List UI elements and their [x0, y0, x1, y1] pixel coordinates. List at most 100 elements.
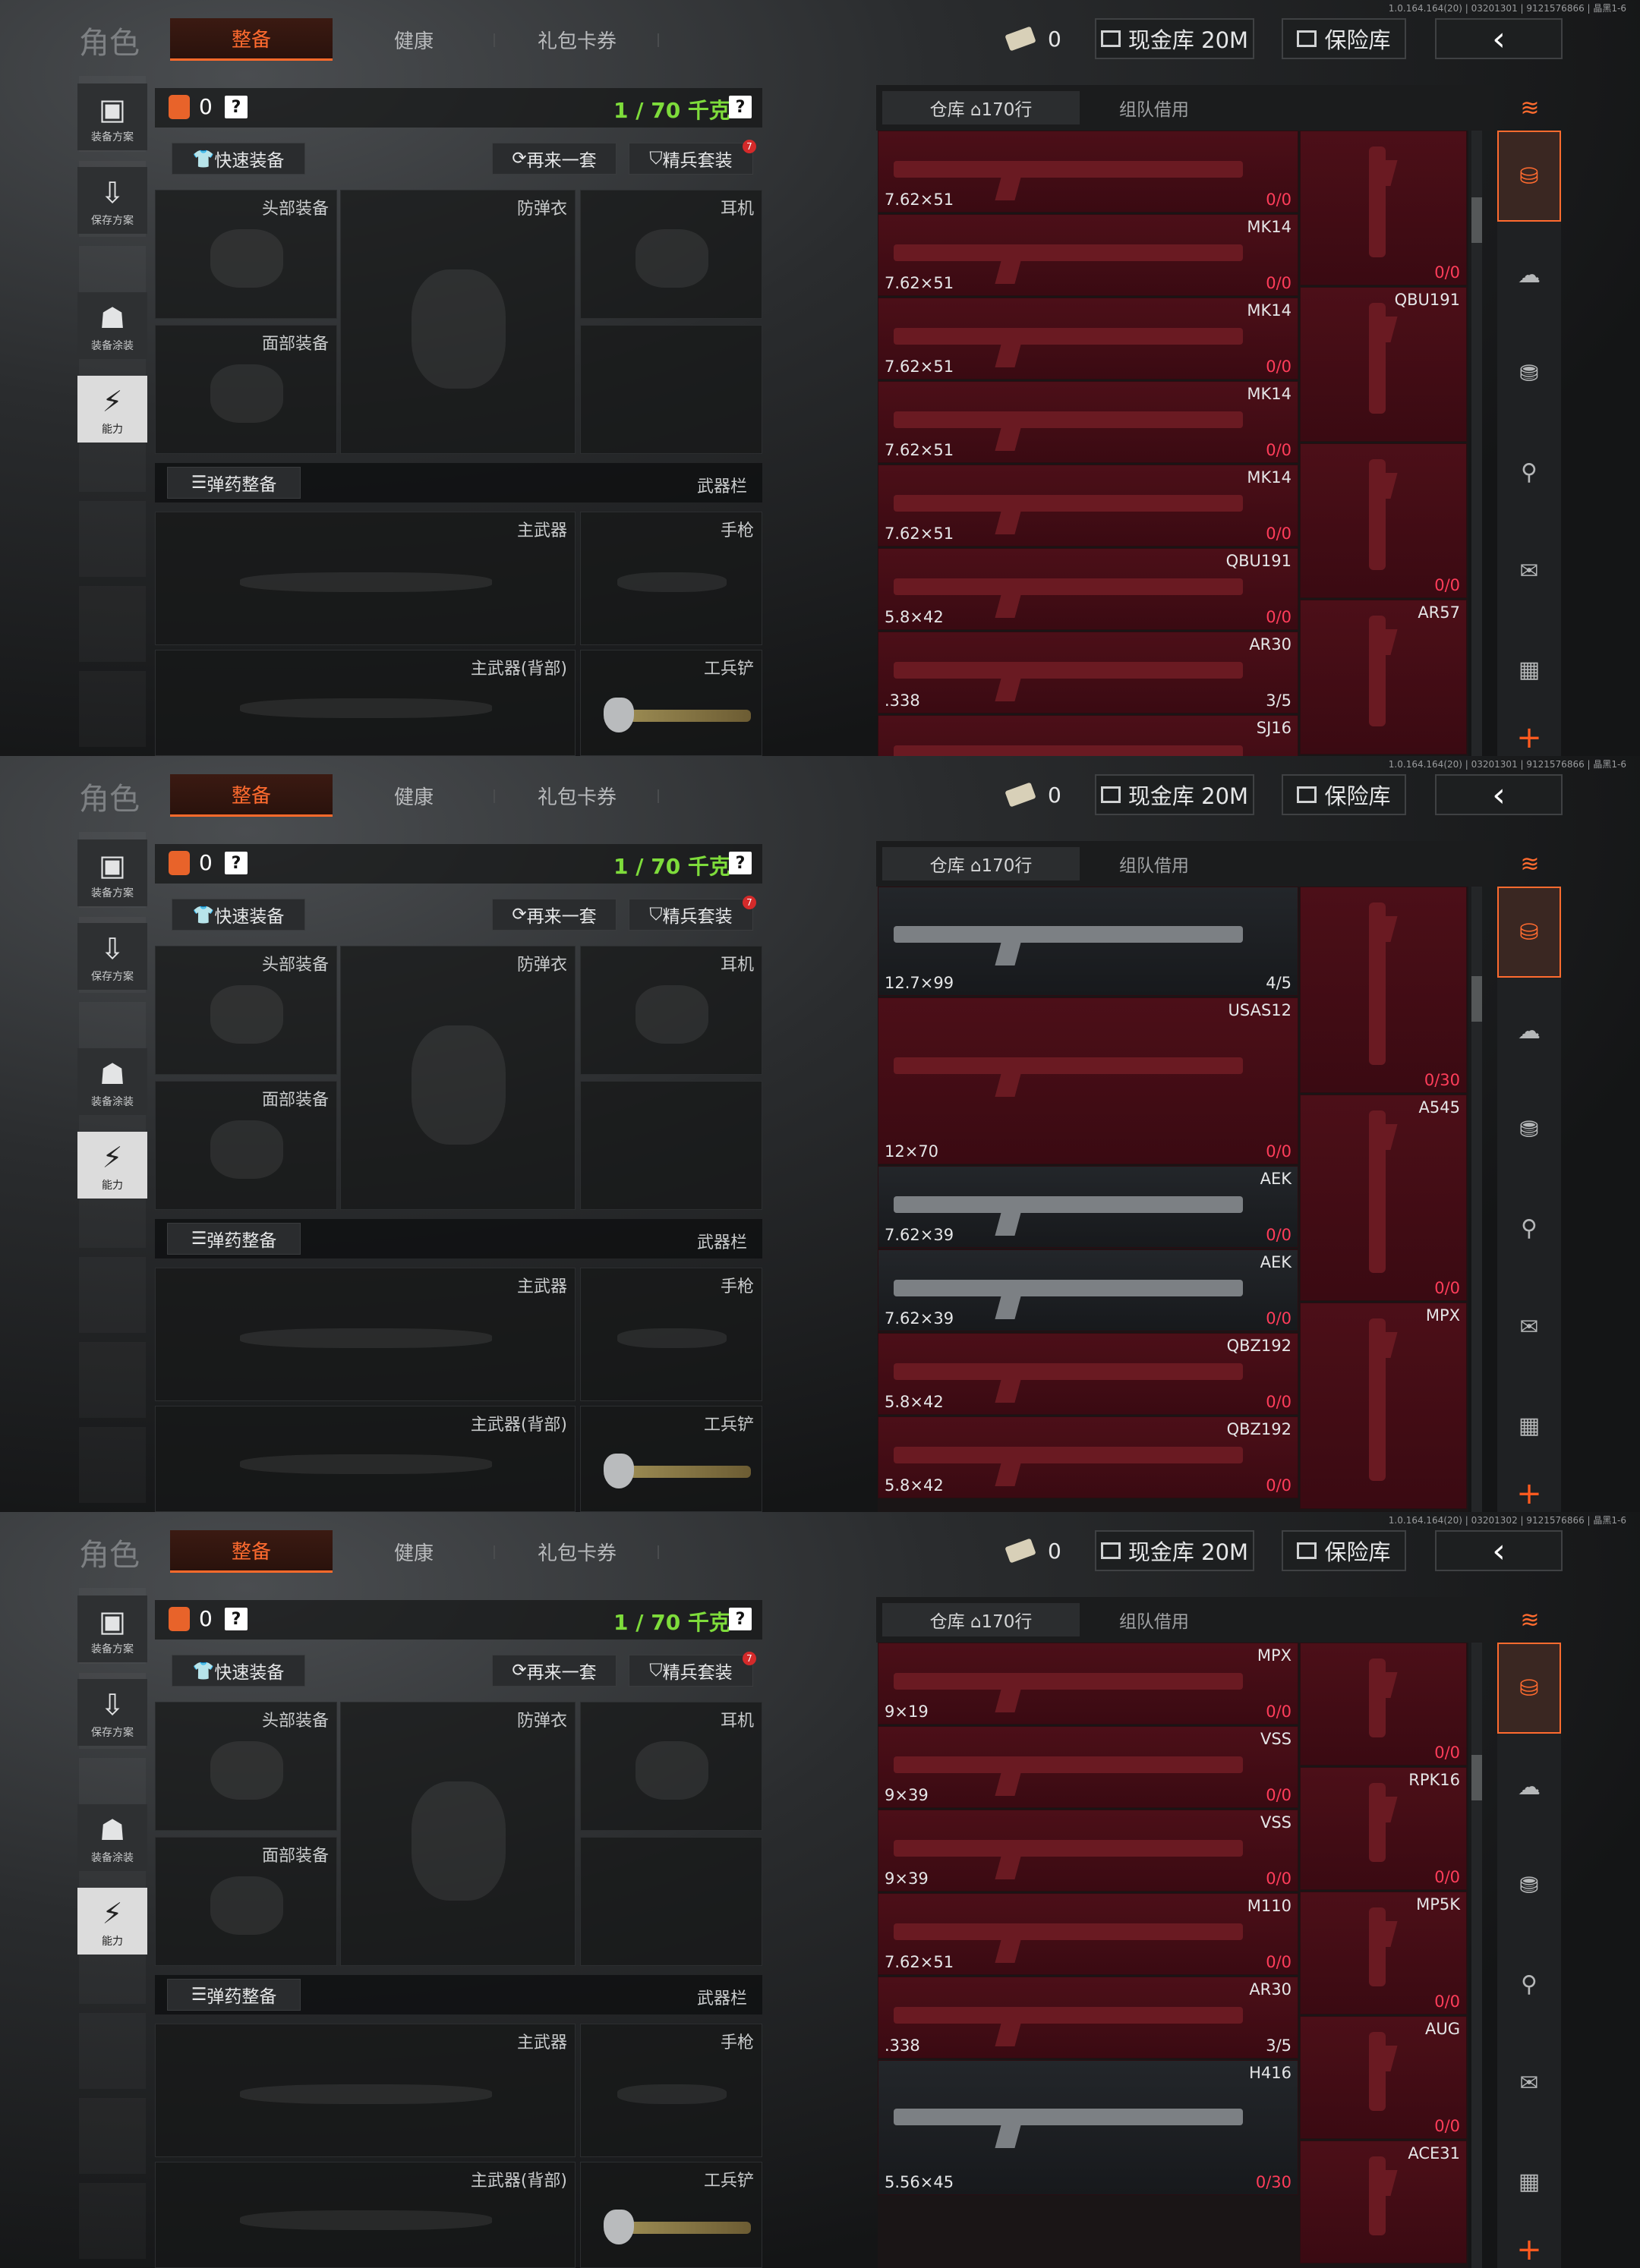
category-icon-2[interactable]: ⛃ — [1497, 1840, 1561, 1931]
add-icon[interactable]: + — [1497, 2227, 1561, 2268]
ammo-loadout-button[interactable]: ☰ 弹药整备 — [167, 1979, 301, 2011]
equip-slot-ear[interactable]: 耳机 — [580, 1702, 762, 1831]
weight-help-icon[interactable]: ? — [729, 1608, 752, 1630]
tab-giftcards[interactable]: 礼包卡券 — [516, 774, 638, 817]
tab-giftcards[interactable]: 礼包卡券 — [516, 1530, 638, 1573]
item-card[interactable]: VSS 9×39 0/0 — [878, 1810, 1298, 1892]
tab-outfit[interactable]: 整备 — [170, 774, 333, 817]
item-card[interactable]: AEK 7.62×39 0/0 — [878, 1249, 1298, 1331]
category-icon-0[interactable]: ⛁ — [1497, 887, 1561, 978]
tab-warehouse[interactable]: 仓库 ⌂170行 — [882, 847, 1080, 880]
tab-warehouse[interactable]: 仓库 ⌂170行 — [882, 1603, 1080, 1636]
item-card[interactable]: MK14 7.62×51 0/0 — [878, 465, 1298, 547]
category-icon-3[interactable]: ⚲ — [1497, 1939, 1561, 2030]
weapon-slot-primary[interactable]: 主武器 — [155, 2024, 576, 2157]
help-icon[interactable]: ? — [225, 96, 248, 118]
equip-slot-head[interactable]: 头部装备 — [155, 1702, 337, 1831]
item-card-tall[interactable]: 0/0 — [1300, 443, 1467, 598]
equip-slot-ear[interactable]: 耳机 — [580, 190, 762, 319]
sidebar-item-3[interactable]: ⚡ 能力 — [77, 1132, 147, 1199]
item-card[interactable]: MK14 7.62×51 0/0 — [878, 298, 1298, 380]
item-card[interactable]: QBZ192 5.8×42 0/0 — [878, 1333, 1298, 1415]
item-card-tall[interactable]: AUG 0/0 — [1300, 2016, 1467, 2139]
repeat-loadout-button[interactable]: ⟳ 再来一套 — [492, 143, 617, 175]
equip-slot-ear[interactable]: 耳机 — [580, 946, 762, 1075]
sidebar-item-0[interactable]: ▣ 装备方案 — [77, 1595, 147, 1662]
weapon-slot-shovel[interactable]: 工兵铲 — [580, 650, 762, 756]
item-card[interactable]: AEK 7.62×39 0/0 — [878, 1166, 1298, 1248]
item-card[interactable]: 7.62×51 0/0 — [878, 131, 1298, 213]
help-icon[interactable]: ? — [225, 1608, 248, 1630]
back-button[interactable]: ‹ — [1435, 18, 1563, 59]
item-card-tall[interactable]: 0/0 — [1300, 131, 1467, 285]
sidebar-item-1[interactable]: ⇩ 保存方案 — [77, 167, 147, 234]
weapon-slot-back[interactable]: 主武器(背部) — [155, 1406, 576, 1512]
weapon-slot-back[interactable]: 主武器(背部) — [155, 2162, 576, 2268]
sidebar-item-2[interactable]: ☗ 装备涂装 — [77, 292, 147, 359]
weapon-slot-shovel[interactable]: 工兵铲 — [580, 2162, 762, 2268]
item-card-tall[interactable]: RPK16 0/0 — [1300, 1767, 1467, 1890]
category-icon-1[interactable]: ☁ — [1497, 985, 1561, 1076]
tab-health[interactable]: 健康 — [357, 18, 471, 61]
item-card[interactable]: USAS12 12×70 0/0 — [878, 997, 1298, 1164]
equip-slot-head[interactable]: 头部装备 — [155, 190, 337, 319]
add-icon[interactable]: + — [1497, 715, 1561, 756]
item-card[interactable]: QBU191 5.8×42 0/0 — [878, 548, 1298, 630]
add-icon[interactable]: + — [1497, 1471, 1561, 1512]
back-button[interactable]: ‹ — [1435, 1530, 1563, 1571]
equip-slot-face[interactable]: 面部装备 — [155, 1081, 337, 1210]
category-icon-4[interactable]: ✉ — [1497, 1281, 1561, 1372]
category-icon-1[interactable]: ☁ — [1497, 1741, 1561, 1832]
ammo-loadout-button[interactable]: ☰ 弹药整备 — [167, 1223, 301, 1255]
item-card[interactable]: AR30 .338 3/5 — [878, 632, 1298, 713]
category-icon-0[interactable]: ⛁ — [1497, 131, 1561, 222]
equip-slot-armor[interactable]: 防弹衣 — [340, 190, 576, 454]
quick-equip-button[interactable]: 👕 快速装备 — [172, 1655, 305, 1687]
equip-slot-armor[interactable]: 防弹衣 — [340, 946, 576, 1210]
repeat-loadout-button[interactable]: ⟳ 再来一套 — [492, 1655, 617, 1687]
item-card[interactable]: MK14 7.62×51 0/0 — [878, 214, 1298, 296]
stack-refresh-icon[interactable]: ≋ — [1511, 91, 1549, 124]
elite-kit-button[interactable]: ⛉ 精兵套装 — [629, 143, 753, 175]
item-card[interactable]: SJ16 — [878, 715, 1298, 756]
safe-button[interactable]: 保险库 — [1282, 18, 1406, 59]
weight-help-icon[interactable]: ? — [729, 96, 752, 118]
category-icon-5[interactable]: ▦ — [1497, 1380, 1561, 1471]
item-card-tall[interactable]: MP5K 0/0 — [1300, 1892, 1467, 2014]
safe-button[interactable]: 保险库 — [1282, 1530, 1406, 1571]
item-card[interactable]: QBZ192 5.8×42 0/0 — [878, 1416, 1298, 1498]
scrollbar-thumb[interactable] — [1471, 1755, 1482, 1800]
elite-kit-button[interactable]: ⛉ 精兵套装 — [629, 1655, 753, 1687]
safe-button[interactable]: 保险库 — [1282, 774, 1406, 815]
tab-health[interactable]: 健康 — [357, 1530, 471, 1573]
sidebar-item-3[interactable]: ⚡ 能力 — [77, 1888, 147, 1955]
equip-slot-face_r[interactable] — [580, 325, 762, 454]
item-card[interactable]: 12.7×99 4/5 — [878, 887, 1298, 996]
category-icon-5[interactable]: ▦ — [1497, 2136, 1561, 2227]
category-icon-1[interactable]: ☁ — [1497, 229, 1561, 320]
item-card[interactable]: MPX 9×19 0/0 — [878, 1643, 1298, 1725]
sidebar-item-1[interactable]: ⇩ 保存方案 — [77, 923, 147, 990]
tab-outfit[interactable]: 整备 — [170, 18, 333, 61]
item-card[interactable]: M110 7.62×51 0/0 — [878, 1893, 1298, 1975]
help-icon[interactable]: ? — [225, 852, 248, 874]
item-card[interactable]: H416 5.56×45 0/30 — [878, 2060, 1298, 2195]
equip-slot-armor[interactable]: 防弹衣 — [340, 1702, 576, 1966]
item-card[interactable]: VSS 9×39 0/0 — [878, 1726, 1298, 1808]
quick-equip-button[interactable]: 👕 快速装备 — [172, 143, 305, 175]
item-card-tall[interactable]: 0/0 — [1300, 1643, 1467, 1766]
tab-warehouse[interactable]: 仓库 ⌂170行 — [882, 91, 1080, 124]
item-card-tall[interactable]: MPX — [1300, 1303, 1467, 1509]
tab-team-borrow[interactable]: 组队借用 — [1086, 1603, 1222, 1636]
cash-vault-button[interactable]: 现金库 20M — [1095, 774, 1254, 815]
back-button[interactable]: ‹ — [1435, 774, 1563, 815]
item-card-tall[interactable]: A545 0/0 — [1300, 1095, 1467, 1301]
category-icon-4[interactable]: ✉ — [1497, 2037, 1561, 2128]
category-icon-0[interactable]: ⛁ — [1497, 1643, 1561, 1734]
item-card[interactable]: AR30 .338 3/5 — [878, 1977, 1298, 2059]
equip-slot-face[interactable]: 面部装备 — [155, 325, 337, 454]
weapon-slot-back[interactable]: 主武器(背部) — [155, 650, 576, 756]
tab-health[interactable]: 健康 — [357, 774, 471, 817]
equip-slot-head[interactable]: 头部装备 — [155, 946, 337, 1075]
weapon-slot-shovel[interactable]: 工兵铲 — [580, 1406, 762, 1512]
